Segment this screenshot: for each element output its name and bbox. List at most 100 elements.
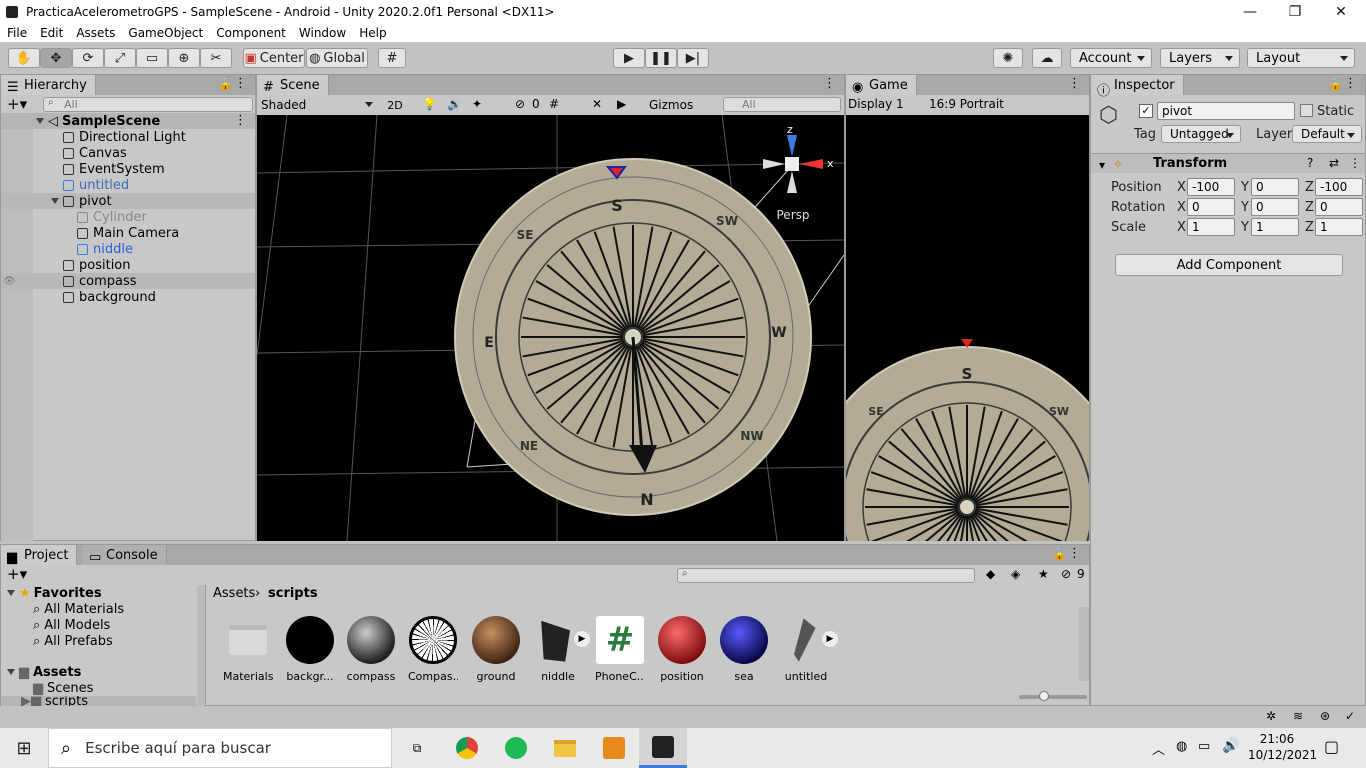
file-explorer-icon[interactable] [541, 728, 589, 768]
folder-item[interactable]: ▆ Scenes [1, 680, 196, 696]
transform-header[interactable]: ▾ ⟡ Transform ? ⇄ ⋮ [1091, 153, 1365, 173]
rotate-tool-icon[interactable]: ⟳ [72, 48, 104, 68]
menu-edit[interactable]: Edit [33, 26, 69, 40]
active-checkbox[interactable]: ✓ [1139, 104, 1153, 118]
filter-type-icon[interactable]: ◆ [986, 567, 995, 581]
pivot-space-button[interactable]: ◍ Global [306, 48, 368, 68]
rect-tool-icon[interactable]: ▭ [136, 48, 168, 68]
hierarchy-item[interactable]: 👁 compass [1, 273, 255, 289]
breadcrumb-root[interactable]: Assets [213, 586, 255, 601]
tools-icon[interactable]: ✕ [592, 97, 602, 111]
close-button[interactable]: ✕ [1318, 0, 1364, 24]
assets-scrollbar[interactable] [1079, 607, 1089, 681]
hierarchy-item[interactable]: Canvas [1, 145, 255, 161]
project-search-input[interactable] [677, 568, 975, 583]
expand-icon[interactable] [51, 198, 59, 204]
hierarchy-item[interactable]: pivot [1, 193, 255, 209]
asset-item[interactable]: position [657, 616, 707, 683]
object-name-input[interactable]: pivot [1157, 102, 1295, 120]
eye-icon[interactable]: 👁 [3, 276, 16, 287]
tab-scene[interactable]: # Scene [257, 75, 329, 95]
chrome-icon[interactable] [443, 728, 491, 768]
play-button[interactable]: ▶ [613, 48, 645, 68]
layers-dropdown[interactable]: Layers [1160, 48, 1240, 68]
favorite-item[interactable]: ⌕ All Prefabs [1, 633, 196, 649]
menu-gameobject[interactable]: GameObject [121, 26, 209, 40]
aspect-dropdown[interactable]: 16:9 Portrait [929, 97, 1085, 113]
help-icon[interactable]: ? [1307, 156, 1313, 170]
lighting-toggle-icon[interactable]: 💡 [422, 97, 437, 111]
show-hidden-icons[interactable]: ︿ [1152, 739, 1165, 758]
gizmos-dropdown[interactable]: Gizmos [649, 96, 715, 114]
expand-icon[interactable] [7, 669, 15, 675]
layer-dropdown[interactable]: Default [1292, 125, 1362, 143]
account-dropdown[interactable]: Account [1070, 48, 1152, 68]
pivot-mode-button[interactable]: ▣ Center [243, 48, 305, 68]
hierarchy-item[interactable]: EventSystem [1, 161, 255, 177]
asset-item[interactable]: Compas... [408, 616, 458, 683]
transform-tool-icon[interactable]: ⊕ [168, 48, 200, 68]
folder-item-selected[interactable]: ▶▆ scripts [1, 696, 196, 706]
cache-icon[interactable]: ≋ [1293, 709, 1303, 723]
scale-tool-icon[interactable]: ⤢ [104, 48, 136, 68]
tab-hierarchy[interactable]: ☰ Hierarchy [1, 75, 96, 95]
menu-window[interactable]: Window [292, 26, 352, 40]
thumbnail-size-slider[interactable] [1019, 695, 1087, 699]
lock-icon[interactable]: 🔒 [1328, 77, 1343, 91]
favorites-row[interactable]: ★ Favorites [1, 585, 196, 601]
spotify-icon[interactable] [492, 728, 540, 768]
shading-dropdown[interactable]: Shaded [259, 96, 377, 114]
display-dropdown[interactable]: Display 1 [848, 97, 924, 113]
app-icon[interactable] [590, 728, 638, 768]
hierarchy-item[interactable]: position [1, 257, 255, 273]
hidden-packages-icon[interactable]: ⊘ [1061, 567, 1071, 581]
game-viewport[interactable]: S SE SW [846, 115, 1089, 541]
hierarchy-item[interactable]: niddle [1, 241, 255, 257]
lock-icon[interactable]: 🔒 [218, 77, 233, 91]
asset-item[interactable]: compass [346, 616, 396, 683]
tab-project[interactable]: ▆ Project [1, 545, 78, 565]
battery-icon[interactable]: ▭ [1198, 739, 1210, 754]
kebab-menu-icon[interactable]: ⋮ [1068, 546, 1081, 561]
taskbar-search[interactable]: ⌕ Escribe aquí para buscar [48, 728, 392, 768]
kebab-menu-icon[interactable]: ⋮ [823, 76, 836, 91]
tree-scrollbar[interactable] [197, 585, 205, 706]
grid-toggle-icon[interactable]: # [549, 97, 559, 111]
tab-console[interactable]: ▭ Console [83, 545, 167, 565]
lock-icon[interactable]: 🔒 [1052, 547, 1067, 561]
move-tool-icon[interactable]: ✥ [40, 48, 72, 68]
hierarchy-search-input[interactable]: All [43, 97, 253, 112]
network-icon[interactable]: ◍ [1176, 739, 1187, 754]
asset-item[interactable]: ground [471, 616, 521, 683]
step-button[interactable]: ▶| [677, 48, 709, 68]
check-icon[interactable]: ✓ [1345, 709, 1355, 723]
rotation-x-field[interactable]: 0 [1187, 198, 1235, 216]
minimize-button[interactable]: — [1227, 0, 1273, 24]
unity-taskbar-icon[interactable] [639, 728, 687, 768]
static-checkbox[interactable] [1300, 104, 1313, 117]
position-y-field[interactable]: 0 [1251, 178, 1299, 196]
taskbar-clock[interactable]: 21:06 10/12/2021 [1248, 731, 1317, 763]
orientation-gizmo[interactable]: x z Persp [763, 123, 834, 222]
expand-prefab-icon[interactable]: ▶ [822, 631, 838, 647]
scene-row[interactable]: ◁ SampleScene ⋮ [1, 113, 255, 129]
asset-item[interactable]: sea [719, 616, 769, 683]
scene-viewport[interactable]: S N E W SE SW NE NW x z Persp [257, 115, 844, 541]
hierarchy-item[interactable]: Cylinder [1, 209, 255, 225]
favorite-item[interactable]: ⌕ All Materials [1, 601, 196, 617]
add-component-button[interactable]: Add Component [1115, 254, 1343, 276]
tab-inspector[interactable]: ⓘ Inspector [1091, 75, 1184, 99]
lighting-icon[interactable]: ⊛ [1320, 709, 1330, 723]
rotation-z-field[interactable]: 0 [1315, 198, 1363, 216]
effects-toggle-icon[interactable]: ✦ [472, 97, 482, 111]
add-icon[interactable]: +▾ [7, 95, 27, 113]
breadcrumb-current[interactable]: scripts [268, 586, 318, 601]
scale-z-field[interactable]: 1 [1315, 218, 1363, 236]
scene-search-input[interactable]: All [723, 97, 841, 112]
collab-icon[interactable]: ✺ [993, 48, 1023, 68]
menu-help[interactable]: Help [352, 26, 392, 40]
asset-item[interactable]: # PhoneC... [595, 616, 645, 683]
kebab-menu-icon[interactable]: ⋮ [234, 76, 247, 91]
cloud-icon[interactable]: ☁ [1032, 48, 1062, 68]
expand-icon[interactable] [36, 118, 44, 124]
